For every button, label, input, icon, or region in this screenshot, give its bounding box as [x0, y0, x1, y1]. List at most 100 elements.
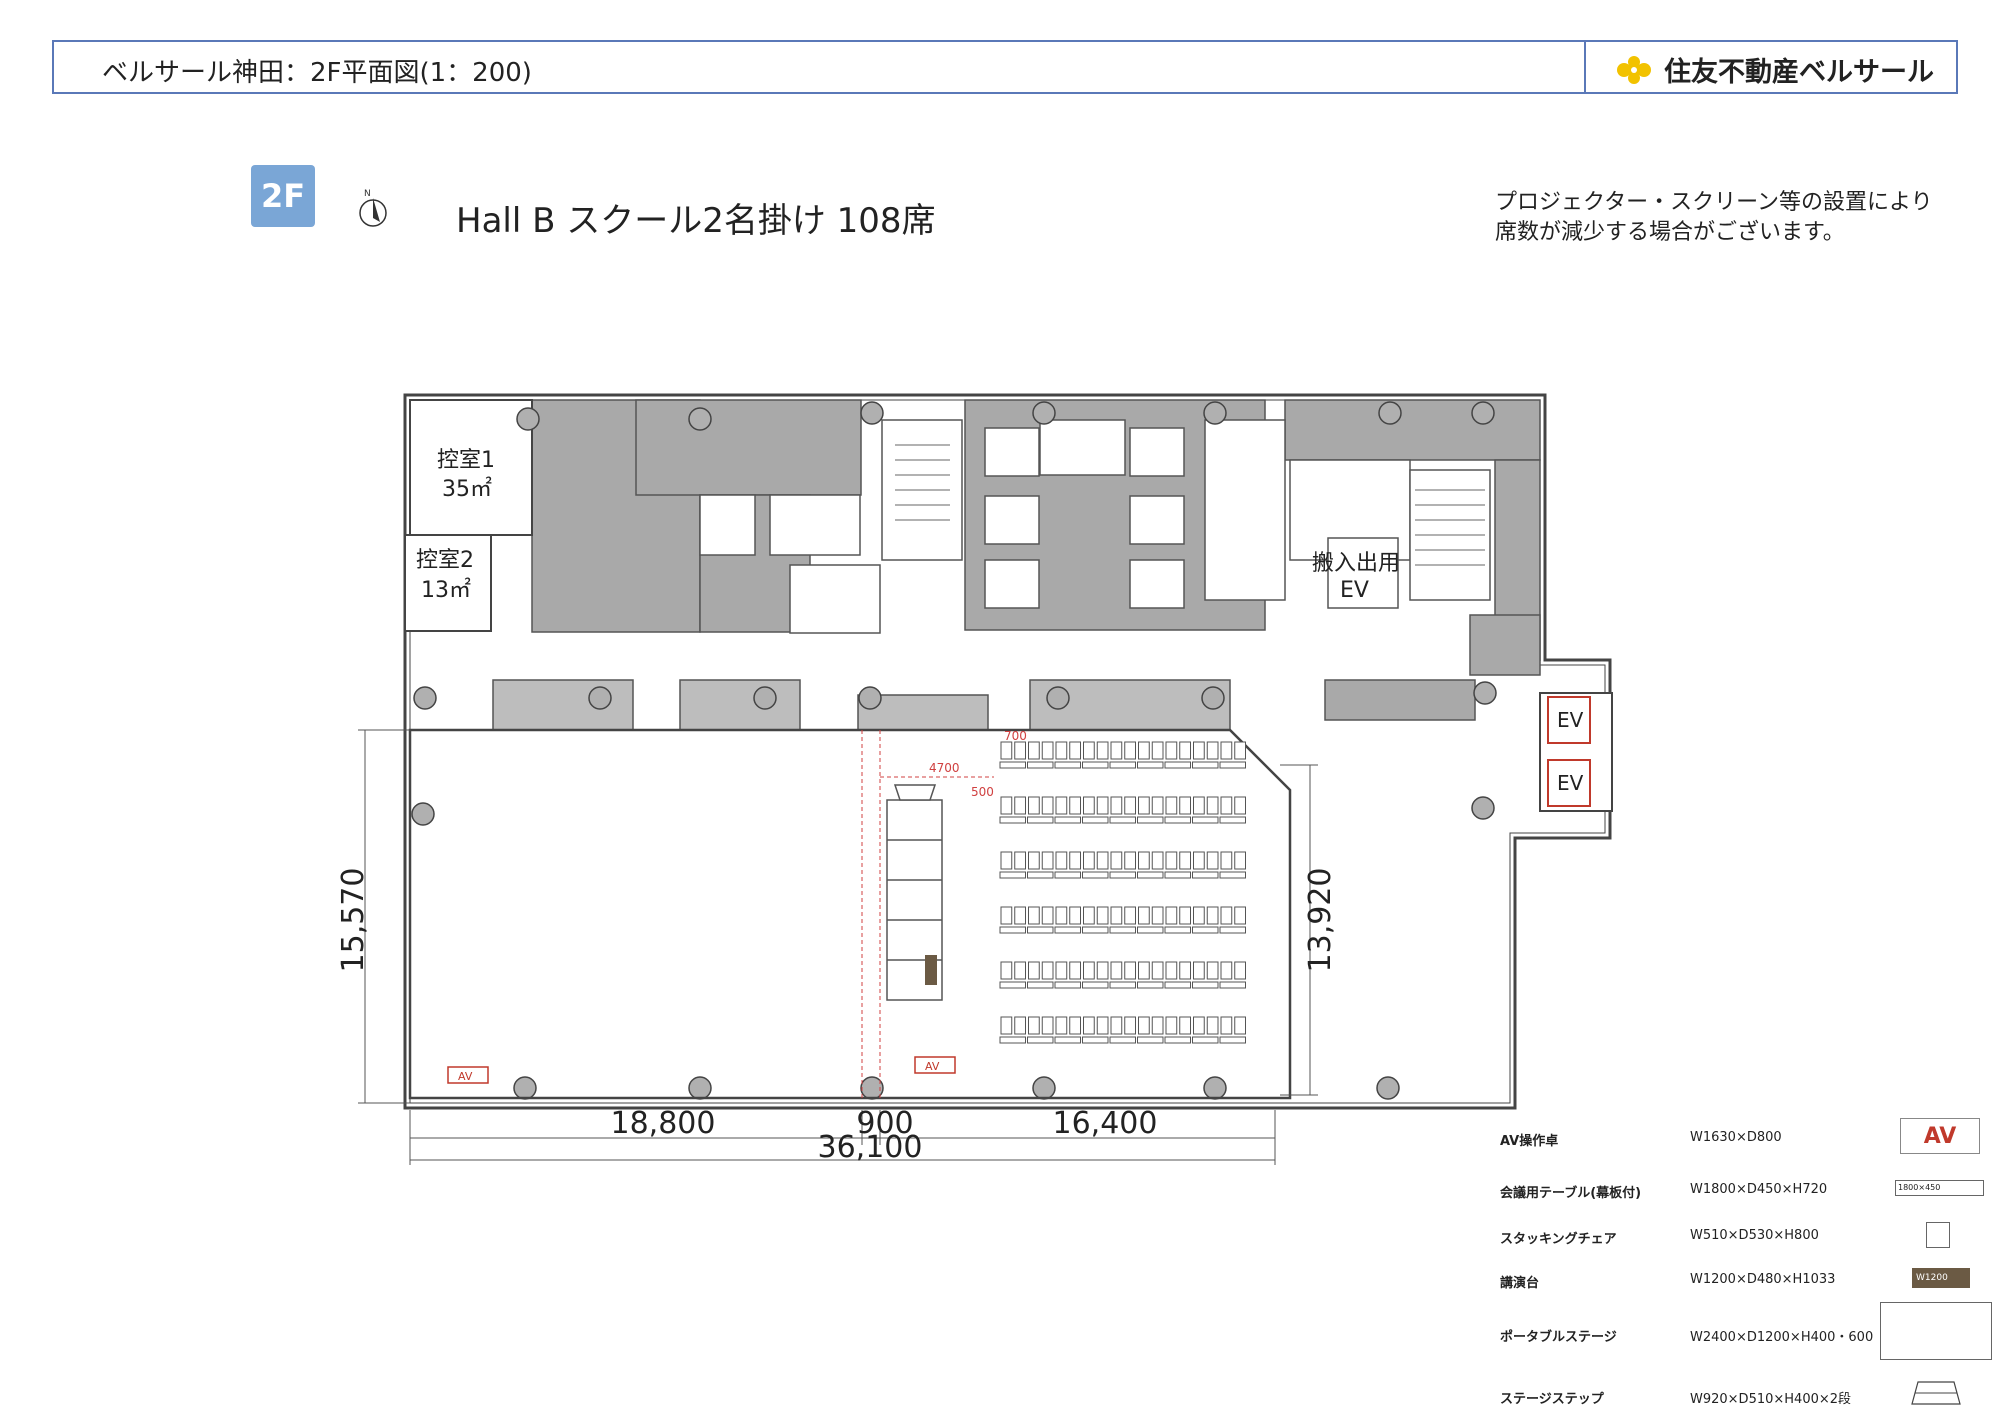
chair [1110, 1016, 1123, 1035]
desk [1054, 926, 1081, 934]
chair [1014, 851, 1026, 870]
av-desk-symbol: AV [1900, 1118, 1980, 1154]
chair [1179, 796, 1191, 815]
desk [1027, 981, 1054, 989]
chair [1220, 741, 1233, 760]
desk [1137, 761, 1164, 769]
chair [1193, 906, 1205, 925]
chair [1151, 906, 1164, 925]
school-seating [999, 741, 1246, 1044]
desk [1164, 761, 1191, 769]
chair [1193, 796, 1205, 815]
chair [1000, 906, 1013, 925]
desk [1109, 1036, 1136, 1044]
chair [1165, 796, 1178, 815]
chair [1041, 906, 1054, 925]
chair [1055, 1016, 1068, 1035]
hikae2-area: 13㎡ [421, 577, 471, 603]
desk [1027, 816, 1054, 824]
chair [1083, 796, 1095, 815]
chair [1220, 851, 1233, 870]
chair [1055, 796, 1068, 815]
chair [1069, 961, 1081, 980]
chair [1206, 851, 1219, 870]
desk [1109, 816, 1136, 824]
chair [1028, 906, 1040, 925]
chair [1124, 796, 1136, 815]
legend-spec: W1630×D800 [1690, 1130, 1782, 1145]
dimension-lines [358, 729, 1318, 1165]
chair [1096, 851, 1109, 870]
desk [999, 761, 1026, 769]
chair [1165, 741, 1178, 760]
desk [1219, 926, 1246, 934]
desk [1054, 1036, 1081, 1044]
chair [1124, 961, 1136, 980]
dim-red-700: 700 [1004, 729, 1027, 743]
chair [1028, 961, 1040, 980]
chair [1110, 906, 1123, 925]
desk [1109, 871, 1136, 879]
chair [1028, 851, 1040, 870]
legend-spec: W1800×D450×H720 [1690, 1182, 1828, 1197]
chair [1220, 1016, 1233, 1035]
av-label-1: AV [458, 1070, 473, 1083]
chair [1165, 906, 1178, 925]
chair [1096, 796, 1109, 815]
chair [1069, 906, 1081, 925]
desk [1027, 1036, 1054, 1044]
legend-name: ステージステップ [1500, 1392, 1604, 1407]
desk [1137, 926, 1164, 934]
stage-step-symbol [1911, 1381, 1961, 1405]
stage-symbol [1880, 1302, 1992, 1360]
chair [1096, 1016, 1109, 1035]
chair [1083, 1016, 1095, 1035]
chair [1014, 1016, 1026, 1035]
floor-plan: N 控室1 35㎡ 控室2 13㎡ 搬入出用 EV EV EV 4700 700… [336, 189, 1613, 1165]
chair [1110, 741, 1123, 760]
chair [1069, 741, 1081, 760]
chair [1000, 796, 1013, 815]
legend-spec: W510×D530×H800 [1690, 1228, 1819, 1243]
desk [1137, 871, 1164, 879]
desk [1109, 761, 1136, 769]
desk [1082, 761, 1109, 769]
desk [1027, 871, 1054, 879]
chair [1000, 741, 1013, 760]
dim-left-height: 15,570 [336, 868, 371, 973]
chair [1000, 1016, 1013, 1035]
legend-name: 会議用テーブル(幕板付) [1500, 1186, 1642, 1201]
desk [1192, 761, 1219, 769]
desk [1192, 981, 1219, 989]
desk [1054, 871, 1081, 879]
legend-name: AV操作卓 [1500, 1134, 1559, 1149]
chair [1220, 961, 1233, 980]
desk [1054, 761, 1081, 769]
chair [1193, 851, 1205, 870]
desk [1109, 926, 1136, 934]
desk [1192, 871, 1219, 879]
chair [1220, 906, 1233, 925]
chair [1206, 961, 1219, 980]
compass-label: N [364, 189, 371, 199]
cargo-ev-label-1: 搬入出用 [1312, 551, 1400, 576]
legend-spec: W920×D510×H400×2段 [1690, 1392, 1852, 1407]
av-label-2: AV [925, 1060, 940, 1073]
legend-name: ポータブルステージ [1500, 1330, 1617, 1345]
desk [1164, 1036, 1191, 1044]
chair-symbol [1926, 1222, 1950, 1248]
desk [1137, 981, 1164, 989]
legend-spec: W2400×D1200×H400・600 [1690, 1330, 1874, 1345]
chair [1151, 851, 1164, 870]
desk [1054, 816, 1081, 824]
chair [1138, 741, 1150, 760]
chair [1138, 906, 1150, 925]
dim-bottom-total: 36,100 [818, 1130, 923, 1165]
dim-red-500: 500 [971, 785, 994, 799]
chair [1165, 961, 1178, 980]
desk [1192, 926, 1219, 934]
chair [1179, 961, 1191, 980]
chair [1151, 1016, 1164, 1035]
chair [1069, 1016, 1081, 1035]
chair [1055, 851, 1068, 870]
